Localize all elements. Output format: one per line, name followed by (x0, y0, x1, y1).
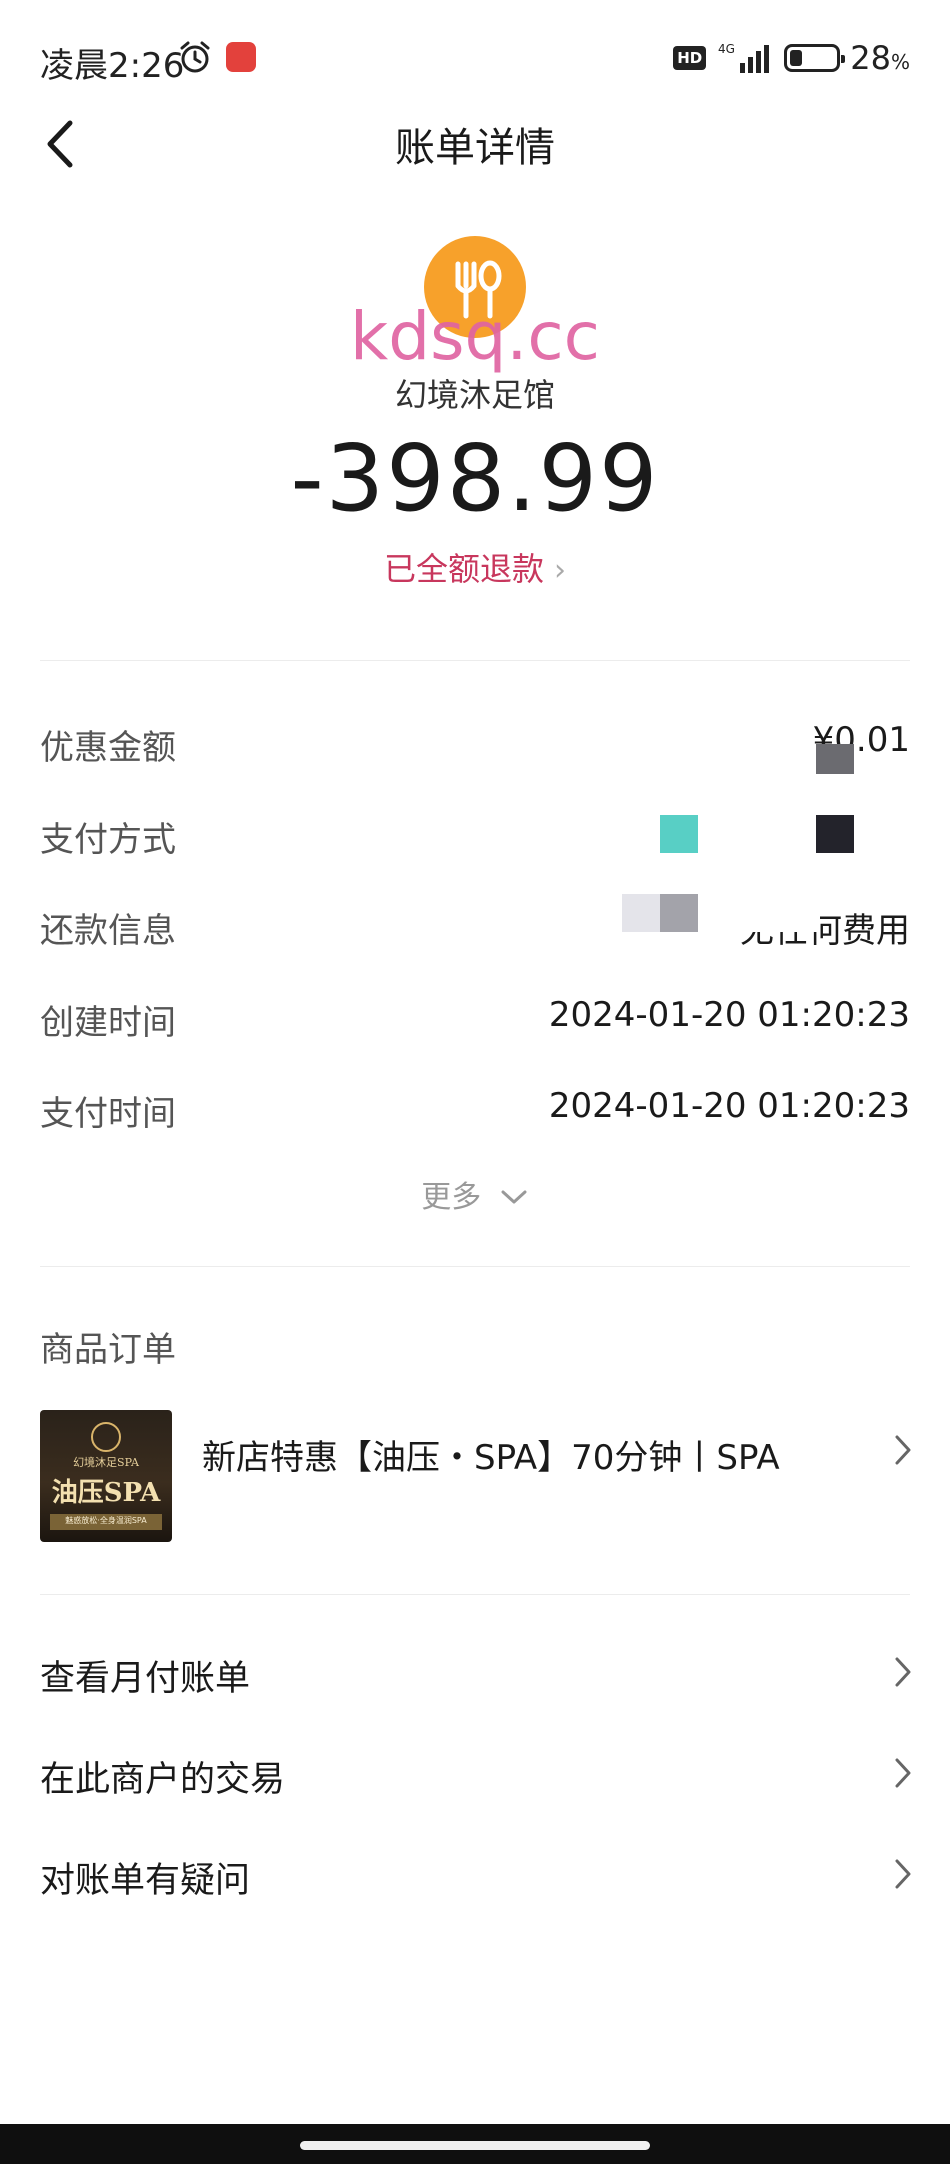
battery-percent: 28% (850, 39, 910, 77)
more-label: 更多 (421, 1180, 482, 1215)
divider (40, 660, 910, 661)
status-indicators: HD 4G 28% (673, 38, 910, 78)
merchant-name: 幻境沐足馆 (394, 376, 555, 414)
network-label: 4G (718, 42, 735, 56)
redaction-mask (816, 815, 854, 853)
redaction-mask (816, 744, 854, 774)
signal-icon: 4G (718, 42, 770, 73)
created-time-value: 2024-01-20 01:20:23 (548, 995, 910, 1035)
logo-badge-icon (91, 1422, 121, 1452)
view-monthly-bill-link[interactable]: 查看月付账单 (40, 1644, 910, 1704)
watermark-text: kdsq.cc (350, 298, 600, 375)
link-label: 在此商户的交易 (40, 1760, 286, 1800)
refund-status-link[interactable]: 已全额退款 › (0, 544, 950, 590)
refund-status-label: 已全额退款 (383, 550, 544, 588)
order-item-name[interactable]: 新店特惠【油压・SPA】70分钟丨SPA (202, 1430, 780, 1479)
order-thumbnail[interactable]: 幻境沐足SPA 油压SPA 魅惑放松·全身温润SPA (40, 1410, 172, 1542)
discount-label: 优惠金额 (40, 728, 176, 768)
chevron-right-icon: › (554, 553, 566, 588)
paid-time-value: 2024-01-20 01:20:23 (548, 1086, 910, 1126)
hd-badge: HD (673, 46, 707, 70)
page-title: 账单详情 (395, 125, 555, 171)
paid-time-label: 支付时间 (40, 1094, 176, 1134)
status-time: 凌晨2:26 (40, 46, 185, 86)
battery-fill (790, 50, 803, 66)
more-button[interactable]: 更多 (0, 1172, 950, 1216)
alarm-clock-icon (180, 41, 210, 73)
redaction-mask (622, 894, 660, 932)
payment-method-label: 支付方式 (40, 820, 176, 860)
link-label: 对账单有疑问 (40, 1861, 251, 1901)
divider (40, 1266, 910, 1267)
thumb-subtitle: 幻境沐足SPA (73, 1456, 139, 1469)
thumb-title: 油压SPA (51, 1478, 161, 1508)
chevron-down-icon (501, 1190, 527, 1204)
battery-icon (784, 44, 846, 72)
divider (40, 1594, 910, 1595)
redaction-mask (660, 894, 698, 932)
link-label: 查看月付账单 (40, 1659, 251, 1699)
created-time-label: 创建时间 (40, 1003, 176, 1043)
merchant-transactions-link[interactable]: 在此商户的交易 (40, 1745, 910, 1805)
chevron-right-icon[interactable] (892, 1857, 914, 1891)
chevron-right-icon[interactable] (892, 1433, 914, 1467)
chevron-right-icon[interactable] (892, 1756, 914, 1790)
order-section-title: 商品订单 (40, 1330, 176, 1370)
redaction-mask (660, 815, 698, 853)
redaction-mask (700, 894, 820, 932)
bill-question-link[interactable]: 对账单有疑问 (40, 1846, 910, 1906)
transaction-amount: -398.99 (290, 425, 660, 532)
repayment-info-label: 还款信息 (40, 911, 176, 951)
home-indicator[interactable] (300, 2141, 650, 2150)
app-notification-icon (226, 42, 256, 72)
chevron-right-icon[interactable] (892, 1655, 914, 1689)
thumb-footer: 魅惑放松·全身温润SPA (65, 1516, 147, 1525)
